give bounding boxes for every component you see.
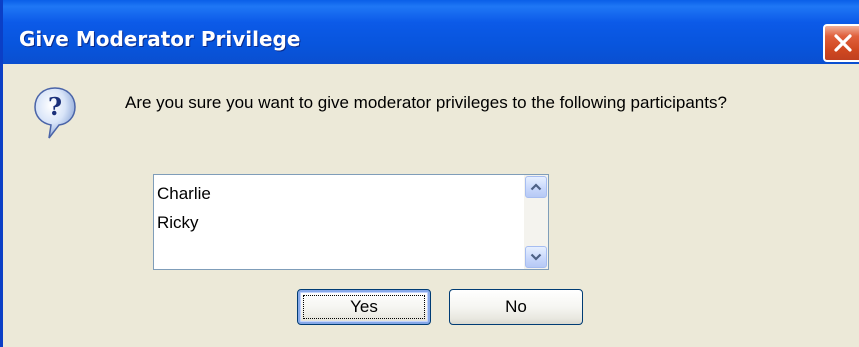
give-moderator-dialog: Give Moderator Privilege ? Are you sure …: [0, 0, 859, 347]
dialog-body: ? Are you sure you want to give moderato…: [3, 64, 859, 347]
confirmation-message: Are you sure you want to give moderator …: [125, 93, 727, 112]
chevron-up-icon: [530, 183, 542, 191]
question-icon: ?: [34, 87, 76, 139]
focus-ring: [303, 295, 425, 319]
no-button[interactable]: No: [449, 289, 583, 325]
scroll-up-button[interactable]: [525, 176, 547, 198]
svg-text:?: ?: [48, 92, 62, 121]
list-item[interactable]: Charlie: [157, 179, 211, 208]
no-button-label: No: [505, 297, 527, 316]
title-bar[interactable]: Give Moderator Privilege: [3, 0, 859, 64]
window-title: Give Moderator Privilege: [19, 27, 301, 51]
vertical-scrollbar[interactable]: [524, 175, 548, 269]
list-item[interactable]: Ricky: [157, 208, 211, 237]
close-icon: [834, 34, 852, 52]
participants-listbox[interactable]: Charlie Ricky: [153, 174, 549, 270]
yes-button[interactable]: Yes: [297, 289, 431, 325]
chevron-down-icon: [530, 253, 542, 261]
scroll-down-button[interactable]: [525, 246, 547, 268]
close-button[interactable]: [823, 24, 859, 62]
